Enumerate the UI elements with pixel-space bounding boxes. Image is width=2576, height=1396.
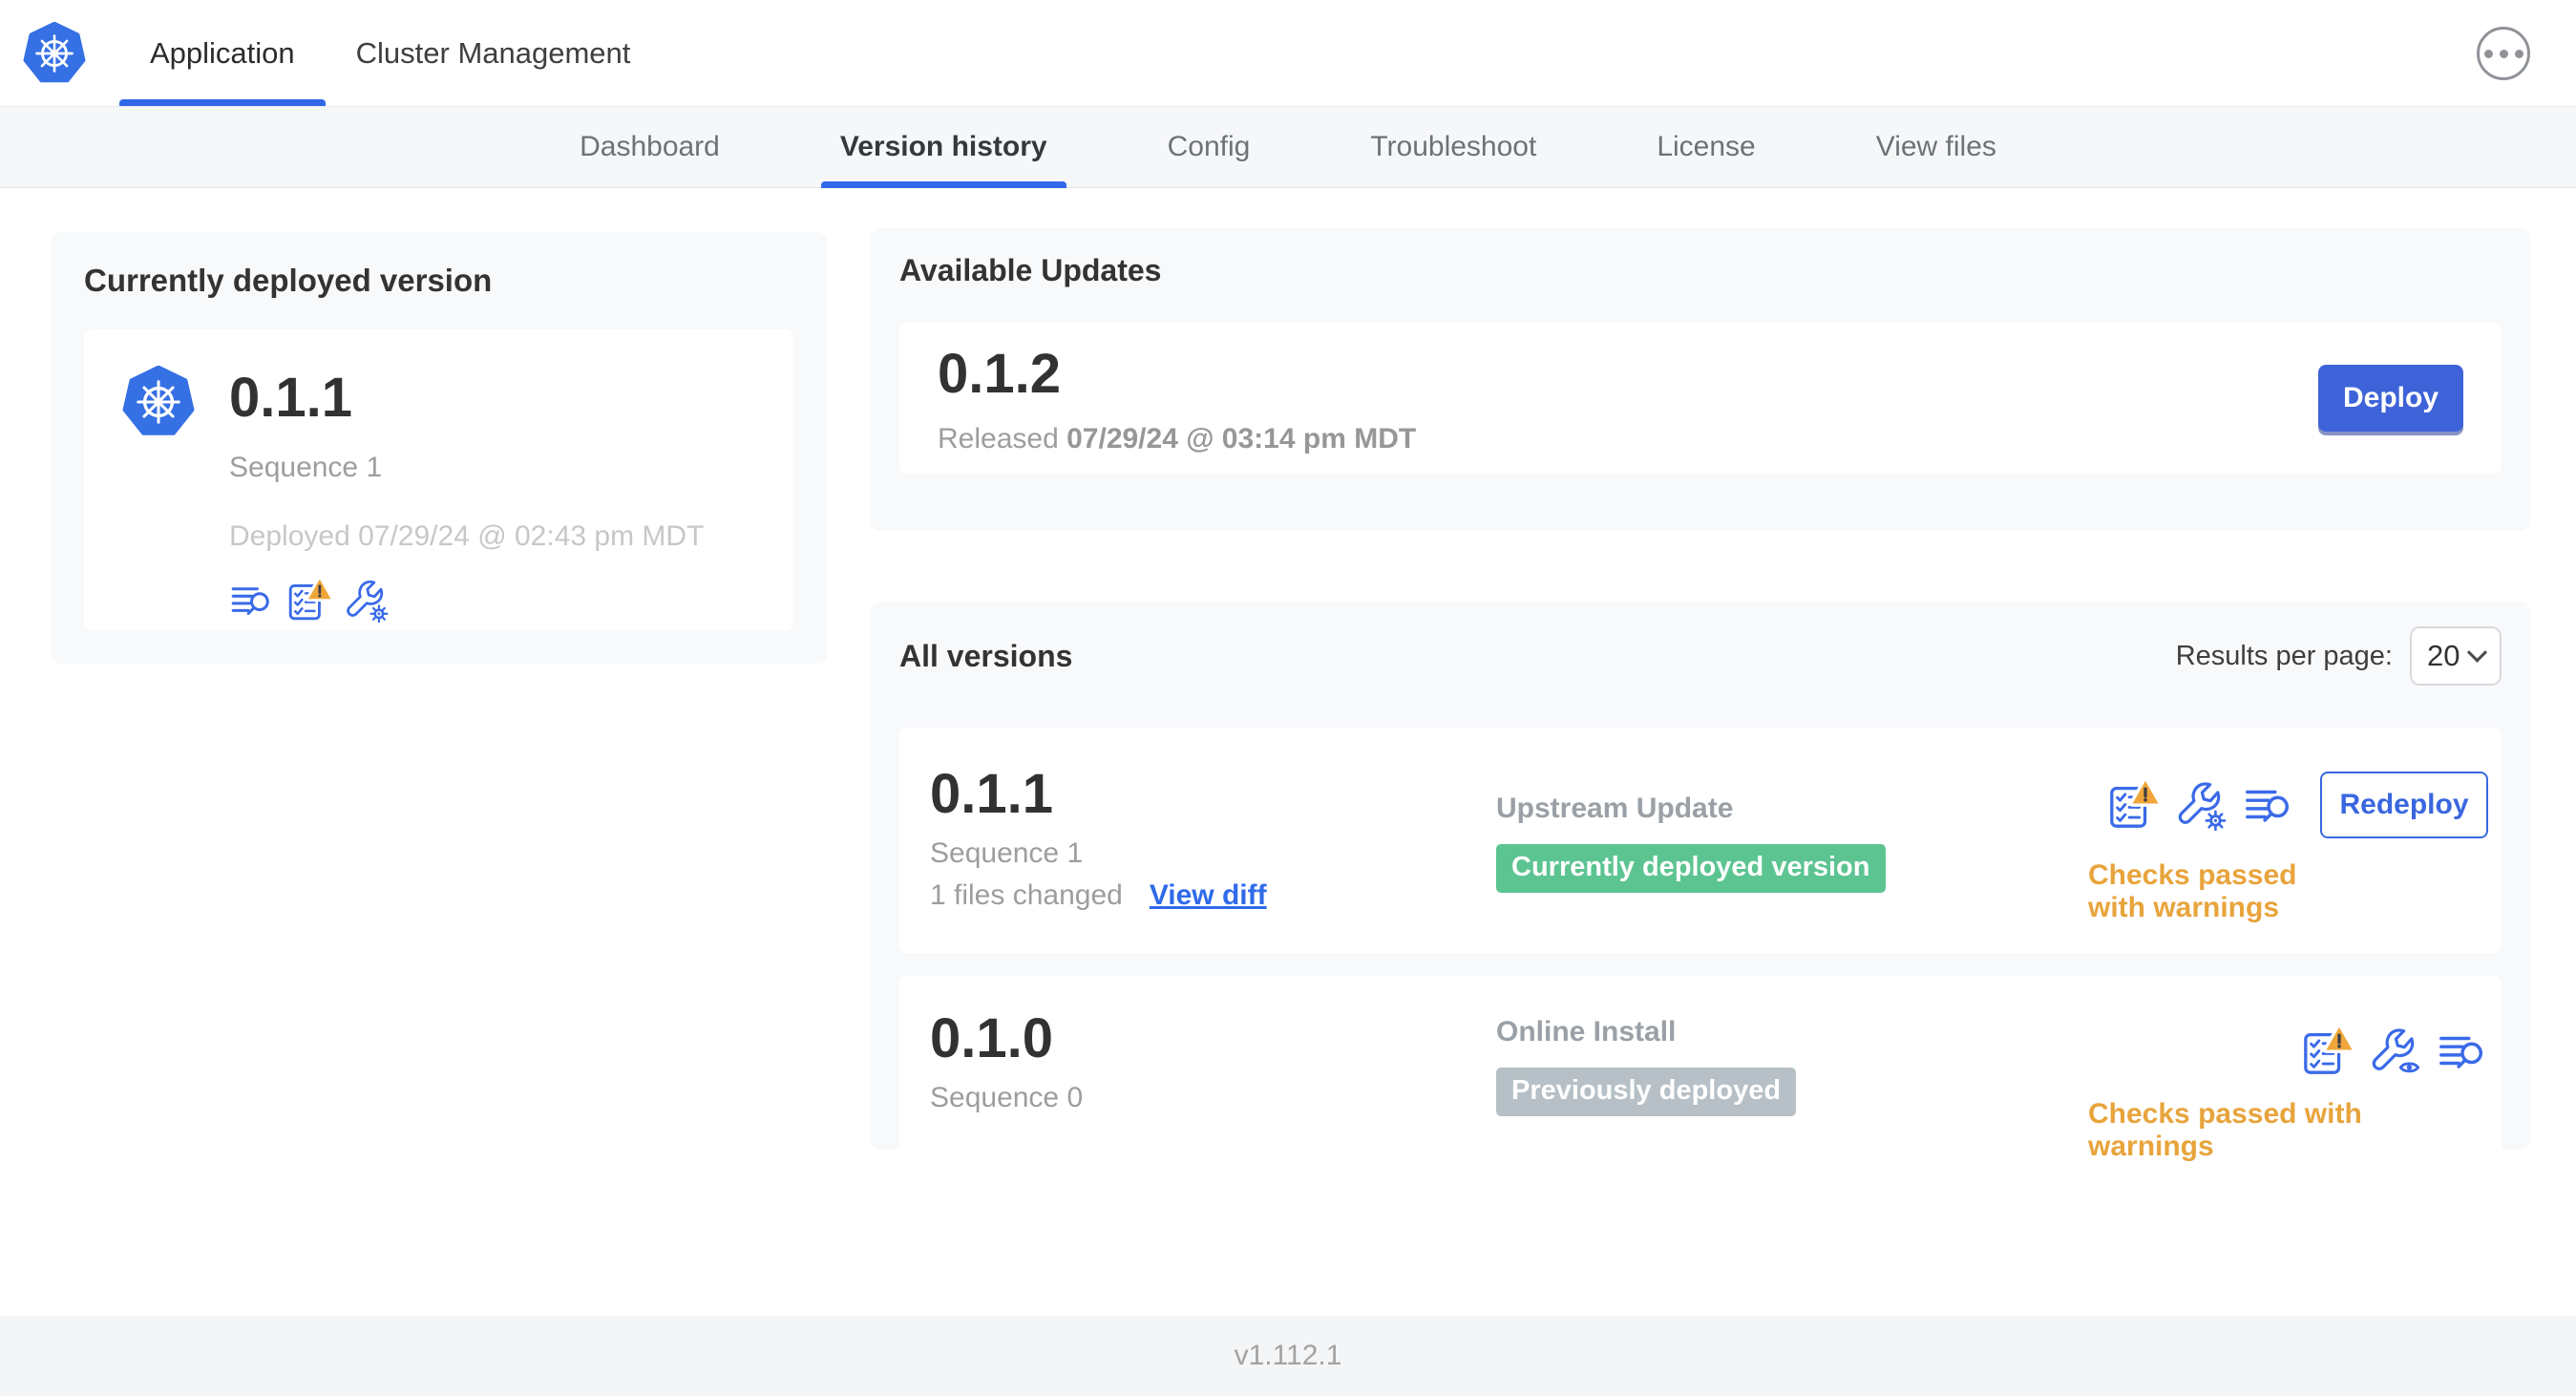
currently-deployed-badge: Currently deployed version (1496, 844, 1886, 893)
current-version-sequence: Sequence 1 (229, 451, 383, 483)
ellipsis-icon (2483, 49, 2493, 58)
preflight-status-text: Checks passed with warnings (2088, 859, 2297, 923)
available-updates-title: Available Updates (899, 253, 1162, 287)
current-version-actions (229, 578, 704, 623)
kubernetes-app-icon (122, 365, 195, 438)
logs-search-icon[interactable] (229, 578, 274, 623)
current-version-number: 0.1.1 (229, 367, 352, 429)
row-actions (2301, 1026, 2488, 1077)
currently-deployed-card: Currently deployed version 0.1.1 Sequenc… (51, 232, 827, 664)
previously-deployed-badge: Previously deployed (1496, 1068, 1797, 1116)
version-row-0-1-0: 0.1.0 Sequence 0 Online Install Previous… (899, 976, 2502, 1192)
top-nav-tabs: Application Cluster Management (119, 0, 661, 106)
top-nav: Application Cluster Management (0, 0, 2576, 107)
app-sub-nav: Dashboard Version history Config Trouble… (0, 107, 2576, 188)
row-source-label: Upstream Update (1496, 793, 1734, 824)
available-updates-card: Available Updates 0.1.2 Released 07/29/2… (871, 228, 2530, 531)
tab-view-files-label: View files (1875, 131, 1996, 162)
preflight-warning-icon[interactable] (2107, 779, 2159, 831)
view-diff-link[interactable]: View diff (1150, 879, 1267, 912)
row-version-number: 0.1.1 (930, 763, 1053, 825)
all-versions-title: All versions (899, 638, 1073, 673)
current-version-panel: 0.1.1 Sequence 1 Deployed 07/29/24 @ 02:… (84, 329, 793, 631)
tab-application-label: Application (150, 35, 295, 70)
update-released-timestamp: Released 07/29/24 @ 03:14 pm MDT (938, 423, 1416, 455)
logs-search-icon[interactable] (2437, 1026, 2488, 1077)
version-history-page: Application Cluster Management Dashboard… (0, 0, 2576, 1396)
available-update-row: 0.1.2 Released 07/29/24 @ 03:14 pm MDT D… (899, 323, 2502, 474)
row-sequence: Sequence 1 (930, 836, 1084, 869)
deploy-button[interactable]: Deploy (2318, 365, 2463, 432)
tab-dashboard[interactable]: Dashboard (560, 107, 739, 187)
released-prefix: Released (938, 422, 1059, 455)
redeploy-button[interactable]: Redeploy (2320, 772, 2488, 838)
footer: v1.112.1 (0, 1316, 2576, 1396)
ellipsis-menu-button[interactable] (2477, 27, 2530, 80)
config-edit-icon[interactable] (344, 578, 389, 623)
files-changed-label: 1 files changed (930, 878, 1123, 911)
tab-dashboard-label: Dashboard (580, 131, 720, 162)
results-per-page: Results per page: 20 (2176, 626, 2502, 686)
preflight-status-text: Checks passed with warnings (2088, 1098, 2362, 1162)
tab-license-label: License (1657, 131, 1756, 162)
tab-config-label: Config (1167, 131, 1251, 162)
active-subtab-underline (820, 181, 1066, 188)
results-per-page-label: Results per page: (2175, 640, 2393, 671)
tab-view-files[interactable]: View files (1857, 107, 2016, 187)
all-versions-card: All versions Results per page: 20 0.1.1 … (871, 602, 2530, 1192)
row-version-number: 0.1.0 (930, 1007, 1053, 1069)
row-actions: Redeploy (2107, 772, 2488, 838)
tab-version-history[interactable]: Version history (820, 107, 1066, 188)
row-sequence: Sequence 0 (930, 1081, 1084, 1113)
preflight-warning-icon[interactable] (2301, 1026, 2353, 1077)
console-version: v1.112.1 (1234, 1340, 1342, 1371)
logs-search-icon[interactable] (2243, 779, 2294, 831)
kubernetes-logo-icon (23, 22, 86, 85)
version-row-0-1-1: 0.1.1 Sequence 1 1 files changed View di… (899, 728, 2502, 953)
preflight-warning-icon[interactable] (286, 578, 331, 623)
results-per-page-value: 20 (2427, 639, 2460, 672)
tab-cluster-management[interactable]: Cluster Management (326, 0, 662, 106)
tab-version-history-label: Version history (839, 131, 1047, 162)
tab-cluster-management-label: Cluster Management (355, 35, 631, 70)
config-edit-icon[interactable] (2175, 779, 2227, 831)
chevron-down-icon (2466, 642, 2488, 663)
tab-troubleshoot-label: Troubleshoot (1370, 131, 1537, 162)
released-date: 07/29/24 @ 03:14 pm MDT (1066, 422, 1417, 455)
currently-deployed-title: Currently deployed version (84, 263, 493, 298)
current-version-deployed-timestamp: Deployed 07/29/24 @ 02:43 pm MDT (229, 519, 705, 552)
version-rows: 0.1.1 Sequence 1 1 files changed View di… (899, 728, 2502, 1192)
active-tab-underline (119, 99, 326, 106)
update-version-number: 0.1.2 (938, 342, 1061, 405)
config-view-icon[interactable] (2369, 1026, 2420, 1077)
tab-config[interactable]: Config (1149, 107, 1270, 187)
row-source-label: Online Install (1496, 1016, 1677, 1047)
tab-troubleshoot[interactable]: Troubleshoot (1351, 107, 1555, 187)
tab-application[interactable]: Application (119, 0, 326, 106)
tab-license[interactable]: License (1637, 107, 1774, 187)
results-per-page-select[interactable]: 20 (2410, 626, 2502, 686)
